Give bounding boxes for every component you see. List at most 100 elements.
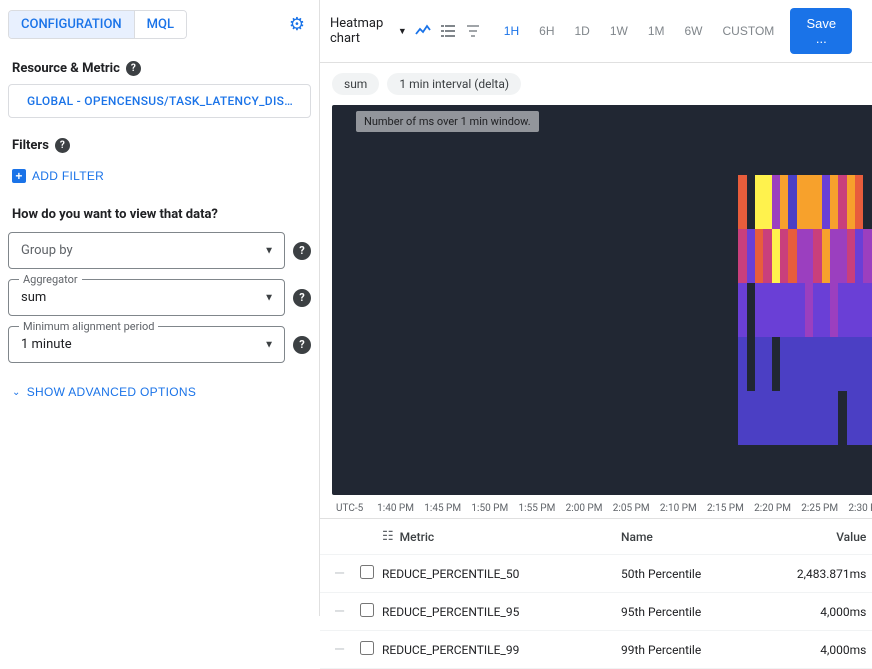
heatmap-cell <box>805 283 813 337</box>
config-tabs: CONFIGURATION MQL <box>8 10 187 39</box>
heatmap-col <box>863 175 871 445</box>
heatmap-cell <box>780 175 788 229</box>
heatmap-cell <box>797 283 805 337</box>
heatmap-col <box>788 175 796 445</box>
heatmap-cell <box>763 175 771 229</box>
help-icon[interactable]: ? <box>126 61 141 76</box>
chip-aggregator[interactable]: sum <box>332 73 379 95</box>
tab-mql[interactable]: MQL <box>134 11 186 38</box>
legend-name: 99th Percentile <box>621 643 776 657</box>
resource-metric-label: Resource & Metric <box>12 61 120 76</box>
chart-tooltip-hint: Number of ms over 1 min window. <box>356 111 539 132</box>
x-tick: 2:20 PM <box>749 503 796 514</box>
heatmap-col <box>772 175 780 445</box>
tab-configuration[interactable]: CONFIGURATION <box>9 11 134 38</box>
chips-bar: sum 1 min interval (delta) <box>320 63 872 105</box>
save-button[interactable]: Save ... <box>790 8 852 54</box>
x-tick: 2:30 PM <box>843 503 872 514</box>
help-icon[interactable]: ? <box>293 242 311 260</box>
heatmap-cell <box>797 391 805 445</box>
help-icon[interactable]: ? <box>55 138 70 153</box>
time-range-6h[interactable]: 6H <box>531 20 562 42</box>
heatmap-cell <box>847 175 855 229</box>
heatmap-col <box>747 175 755 445</box>
chevron-down-icon: ▼ <box>398 26 407 37</box>
heatmap-cell <box>822 175 830 229</box>
legend-value: 2,483.871ms <box>776 567 866 581</box>
heatmap-cell <box>847 229 855 283</box>
drag-handle-icon[interactable]: — <box>334 642 360 658</box>
drag-handle-icon[interactable]: — <box>334 566 360 582</box>
heatmap-cell <box>805 391 813 445</box>
legend-checkbox[interactable] <box>360 603 374 617</box>
heatmap-col <box>838 175 846 445</box>
heatmap-col <box>813 175 821 445</box>
heatmap-plot[interactable]: Number of ms over 1 min window. 10s3s1s3… <box>332 105 872 495</box>
legend-checkbox[interactable] <box>360 565 374 579</box>
heatmap-col <box>822 175 830 445</box>
alignment-period-select[interactable]: Minimum alignment period 1 minute ▼ <box>8 326 285 363</box>
add-filter-button[interactable]: + ADD FILTER <box>8 161 311 191</box>
heatmap-cell <box>797 229 805 283</box>
heatmap-cell <box>863 337 871 391</box>
heatmap-cell <box>855 229 863 283</box>
legend-metric: REDUCE_PERCENTILE_99 <box>382 643 621 657</box>
heatmap-col <box>763 175 771 445</box>
heatmap-cell <box>805 229 813 283</box>
heatmap-cell <box>813 175 821 229</box>
chevron-down-icon: ▼ <box>264 245 274 256</box>
show-advanced-options-button[interactable]: ⌄ SHOW ADVANCED OPTIONS <box>8 373 311 411</box>
legend-list-icon[interactable] <box>440 23 457 39</box>
more-options-icon[interactable]: ⋮ <box>860 13 872 49</box>
heatmap-cell <box>863 229 871 283</box>
heatmap-cell <box>847 283 855 337</box>
time-range-1m[interactable]: 1M <box>640 20 673 42</box>
heatmap-cell <box>738 337 746 391</box>
legend-row: —REDUCE_PERCENTILE_5050th Percentile2,48… <box>320 555 872 593</box>
time-range-6w[interactable]: 6W <box>677 20 711 42</box>
time-range-1d[interactable]: 1D <box>566 20 597 42</box>
heatmap-col <box>805 175 813 445</box>
x-tick: 2:10 PM <box>655 503 702 514</box>
heatmap-cell <box>738 283 746 337</box>
heatmap-cell <box>813 283 821 337</box>
gear-icon[interactable]: ⚙ <box>283 8 311 41</box>
heatmap-cell <box>747 229 755 283</box>
tabs-row: CONFIGURATION MQL ⚙ <box>8 8 311 41</box>
heatmap-cell <box>747 175 755 229</box>
legend-header-metric: Metric <box>400 530 434 544</box>
group-by-select[interactable]: Group by ▼ <box>8 232 285 269</box>
time-range-1w[interactable]: 1W <box>602 20 636 42</box>
time-range-1h[interactable]: 1H <box>496 20 527 42</box>
heatmap-cell <box>813 337 821 391</box>
chart-type-select[interactable]: Heatmap chart ▼ <box>330 16 407 46</box>
heatmap-cell <box>830 229 838 283</box>
legend-checkbox[interactable] <box>360 641 374 655</box>
heatmap-col <box>830 175 838 445</box>
help-icon[interactable]: ? <box>293 336 311 354</box>
group-by-placeholder: Group by <box>21 243 73 258</box>
filters-heading: Filters ? <box>12 138 307 153</box>
heatmap-col <box>797 175 805 445</box>
chart-type-label: Heatmap chart <box>330 16 394 46</box>
main-panel: Heatmap chart ▼ 1H6H1D1W1M6WCUSTOM Save … <box>320 0 872 616</box>
aggregator-select[interactable]: Aggregator sum ▼ <box>8 279 285 316</box>
heatmap-cell <box>747 337 755 391</box>
chart-toolbar: Heatmap chart ▼ 1H6H1D1W1M6WCUSTOM Save … <box>320 0 872 63</box>
heatmap-cell <box>855 283 863 337</box>
line-chart-icon[interactable] <box>415 23 432 39</box>
heatmap-cell <box>755 229 763 283</box>
drag-handle-icon[interactable]: — <box>334 604 360 620</box>
legend-header-value: Value <box>776 530 866 544</box>
heatmap-cell <box>847 391 855 445</box>
heatmap-cell <box>788 391 796 445</box>
heatmap-cell <box>797 175 805 229</box>
heatmap-cell <box>747 283 755 337</box>
chip-interval[interactable]: 1 min interval (delta) <box>387 73 521 95</box>
time-range-custom[interactable]: CUSTOM <box>715 20 783 42</box>
help-icon[interactable]: ? <box>293 289 311 307</box>
metric-selector[interactable]: GLOBAL - OPENCENSUS/TASK_LATENCY_DISTRIB… <box>8 84 311 118</box>
legend-row: —REDUCE_PERCENTILE_9999th Percentile4,00… <box>320 631 872 669</box>
x-ray-icon[interactable] <box>465 23 482 39</box>
heatmap-cell <box>755 391 763 445</box>
